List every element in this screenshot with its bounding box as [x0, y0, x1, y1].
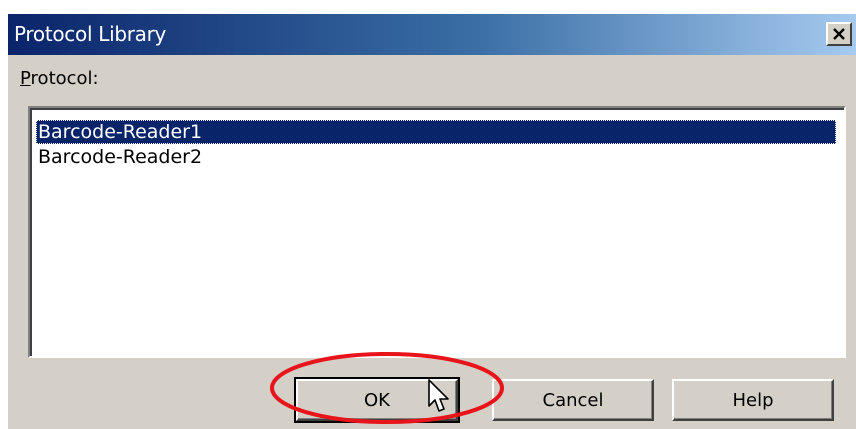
protocol-label-mnemonic: P: [20, 68, 31, 89]
close-icon: [833, 28, 845, 40]
protocol-library-dialog: Protocol Library Protocol: Barcode-Reade…: [6, 12, 856, 429]
mouse-pointer-icon: [428, 379, 449, 412]
dialog-title: Protocol Library: [14, 22, 167, 46]
list-item[interactable]: Barcode-Reader2: [36, 145, 202, 169]
title-bar[interactable]: Protocol Library: [8, 14, 856, 55]
help-button[interactable]: Help: [672, 379, 834, 421]
protocol-label: Protocol:: [20, 68, 99, 89]
protocol-label-text: rotocol:: [30, 68, 99, 89]
protocol-listbox[interactable]: Barcode-Reader1 Barcode-Reader2: [28, 106, 846, 358]
list-item[interactable]: Barcode-Reader1: [36, 120, 836, 144]
close-button[interactable]: [826, 22, 852, 46]
cancel-button[interactable]: Cancel: [492, 379, 654, 421]
